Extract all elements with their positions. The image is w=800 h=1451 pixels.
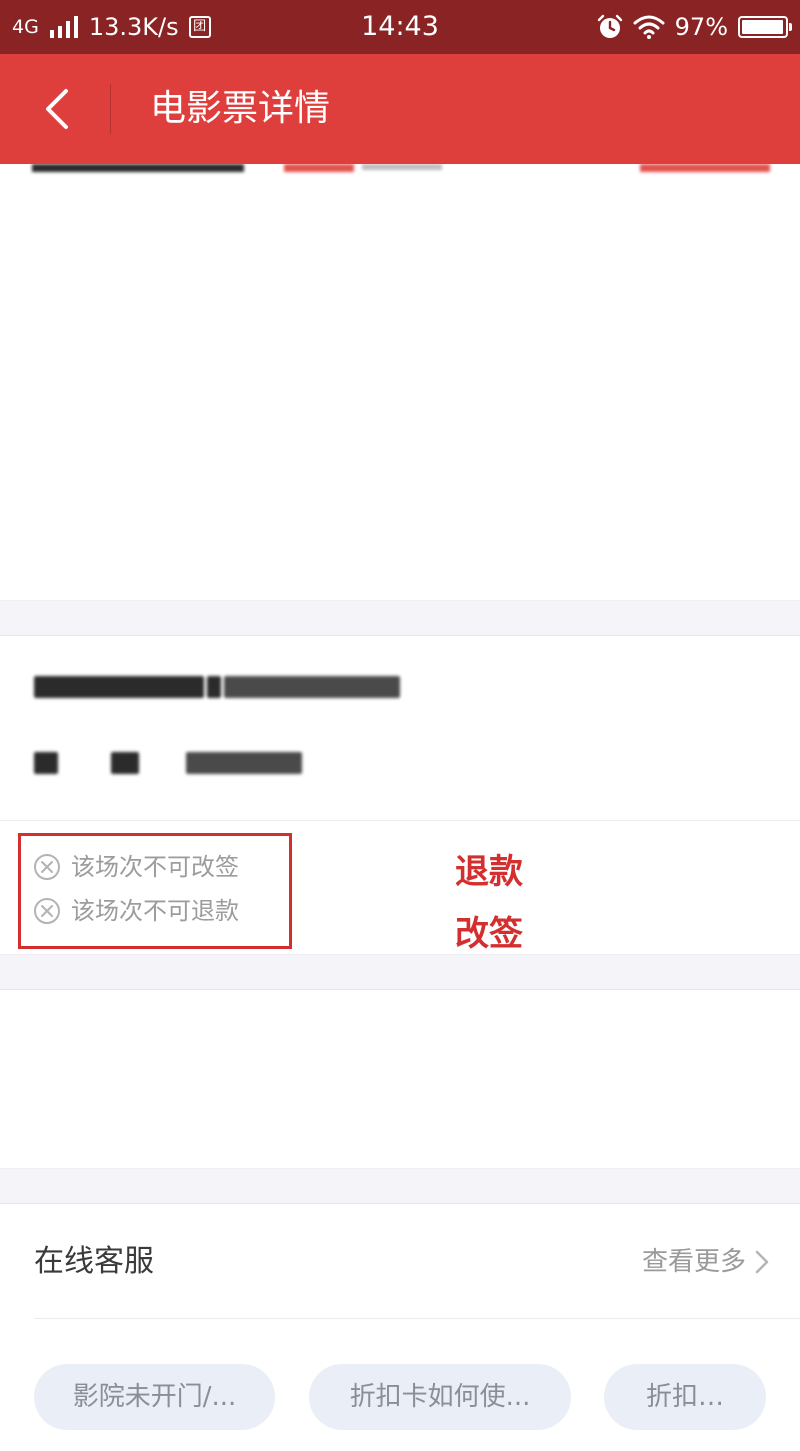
battery-icon (738, 16, 792, 38)
annotation-change: 改签 (455, 915, 523, 953)
obscured-text (32, 164, 244, 172)
view-more-link[interactable]: 查看更多 (642, 1242, 770, 1282)
nav-divider (110, 84, 111, 134)
view-more-label: 查看更多 (641, 1247, 746, 1277)
section-gap (0, 600, 800, 636)
chevron-right-icon (755, 1250, 769, 1274)
nav-bar: 电影票详情 (0, 54, 800, 164)
battery-percent: 97% (674, 13, 728, 41)
obscured-order-row (34, 676, 403, 704)
obscured-text (284, 164, 354, 172)
back-button[interactable] (30, 79, 86, 139)
section-gap (0, 954, 800, 990)
status-bar: 4G 13.3K/s 团 14:43 97% (0, 0, 800, 54)
annotation-refund: 退款 (455, 853, 523, 891)
obscured-price-row (34, 752, 305, 780)
back-chevron-icon (46, 89, 68, 129)
battery-fill (742, 20, 783, 34)
faq-chip-cinema-closed[interactable]: 影院未开门/... (34, 1364, 275, 1430)
customer-service-title: 在线客服 (34, 1244, 154, 1279)
status-right: 97% (597, 12, 792, 42)
obscured-text (362, 164, 442, 170)
annotation-highlight-box (18, 833, 292, 949)
page-title: 电影票详情 (150, 88, 331, 129)
faq-chip-discount[interactable]: 折扣… (604, 1364, 766, 1430)
section-divider (34, 1318, 800, 1319)
section-divider (0, 820, 800, 821)
section-gap (0, 1168, 800, 1204)
scrolled-content-edge (0, 164, 800, 178)
obscured-text (640, 164, 770, 172)
faq-chip-discount-card[interactable]: 折扣卡如何使... (309, 1364, 571, 1430)
wifi-icon (633, 15, 665, 39)
alarm-icon (597, 14, 622, 38)
